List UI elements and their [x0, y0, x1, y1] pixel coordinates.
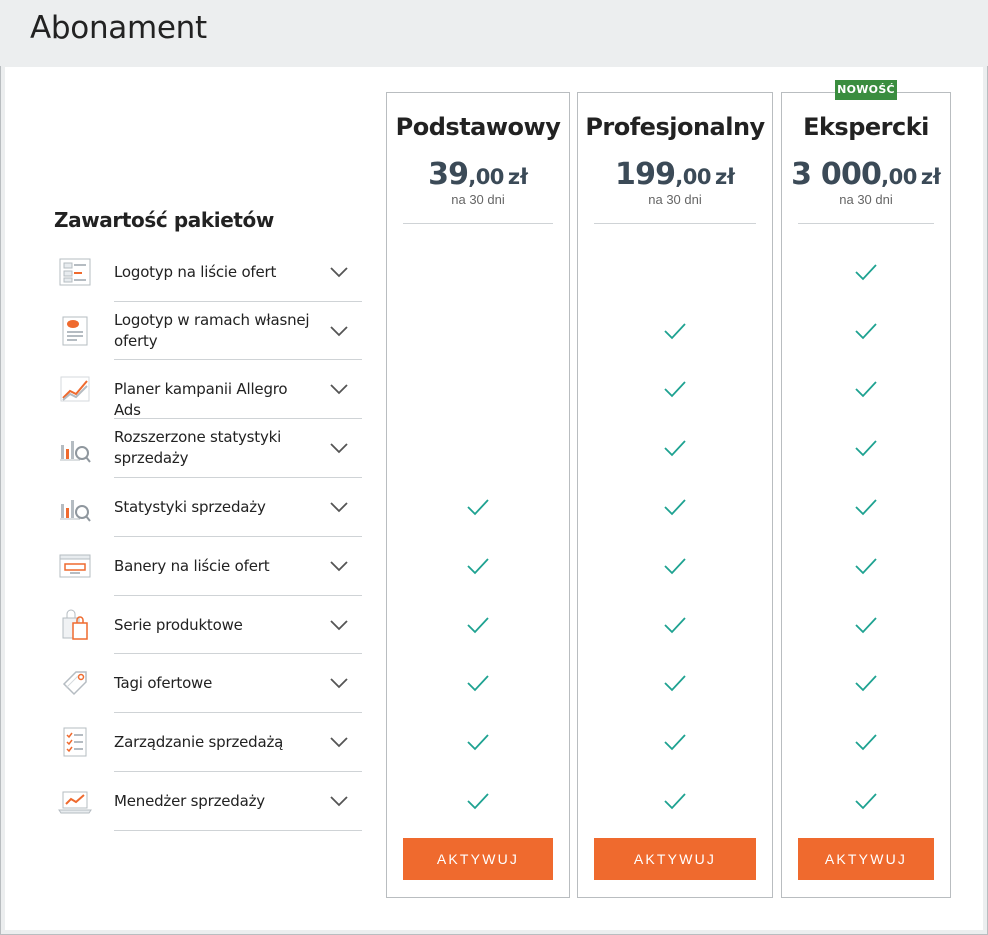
plan-price: 39,00 zł: [387, 157, 569, 192]
feature-row[interactable]: Statystyki sprzedaży: [50, 478, 362, 537]
check-icon: [466, 671, 490, 695]
plan-period: na 30 dni: [451, 192, 505, 207]
check-icon: [854, 730, 878, 754]
feature-label: Banery na liście ofert: [114, 557, 270, 575]
chevron-down-icon[interactable]: [328, 496, 350, 518]
check-icon: [663, 436, 687, 460]
check-icon: [663, 613, 687, 637]
plan-price: 199,00 zł: [578, 157, 772, 192]
tag-icon: [58, 666, 92, 700]
chevron-down-icon[interactable]: [328, 437, 350, 459]
check-icon: [466, 554, 490, 578]
shopping-bags-icon: [58, 608, 92, 642]
check-icon: [466, 730, 490, 754]
check-icon: [466, 613, 490, 637]
check-icon: [854, 495, 878, 519]
plan-period: na 30 dni: [839, 192, 893, 207]
laptop-chart-icon: [58, 784, 92, 818]
feature-label: Statystyki sprzedaży: [114, 498, 266, 516]
feature-label: Planer kampanii Allegro Ads: [114, 380, 288, 419]
page-title: Abonament: [30, 10, 207, 46]
new-badge: NOWOŚĆ: [835, 80, 897, 100]
check-icon: [663, 319, 687, 343]
plan-period: na 30 dni: [648, 192, 702, 207]
feature-label: Zarządzanie sprzedażą: [114, 733, 284, 751]
chevron-down-icon[interactable]: [328, 614, 350, 636]
feature-row[interactable]: Banery na liście ofert: [50, 537, 362, 596]
check-icon: [854, 260, 878, 284]
check-icon: [854, 613, 878, 637]
feature-row[interactable]: Menedżer sprzedaży: [50, 772, 362, 831]
check-icon: [854, 554, 878, 578]
check-icon: [854, 319, 878, 343]
check-icon: [854, 436, 878, 460]
price-currency: zł: [920, 165, 941, 189]
check-icon: [466, 495, 490, 519]
feature-row[interactable]: Planer kampanii Allegro Ads: [50, 360, 362, 419]
check-icon: [663, 495, 687, 519]
feature-row[interactable]: Logotyp w ramach własnej oferty: [50, 302, 362, 360]
check-icon: [663, 377, 687, 401]
check-icon: [663, 730, 687, 754]
feature-row[interactable]: Zarządzanie sprzedażą: [50, 713, 362, 772]
chevron-down-icon[interactable]: [328, 672, 350, 694]
chevron-down-icon[interactable]: [328, 261, 350, 283]
feature-label: Menedżer sprzedaży: [114, 792, 265, 810]
plan-name: Ekspercki: [803, 113, 929, 141]
chevron-down-icon[interactable]: [328, 790, 350, 812]
price-integer: 3 000: [791, 157, 882, 192]
plan-name: Podstawowy: [395, 113, 561, 141]
plan-divider: [403, 223, 553, 224]
feature-row[interactable]: Serie produktowe: [50, 596, 362, 654]
feature-label: Tagi ofertowe: [114, 674, 213, 692]
price-integer: 199: [615, 157, 676, 192]
feature-label: Rozszerzone statystyki sprzedaży: [114, 428, 282, 467]
check-icon: [854, 671, 878, 695]
feature-row[interactable]: Logotyp na liście ofert: [50, 243, 362, 302]
chevron-down-icon[interactable]: [328, 731, 350, 753]
feature-divider: [114, 830, 362, 831]
feature-label: Logotyp na liście ofert: [114, 263, 277, 281]
price-decimal: ,00: [881, 165, 917, 189]
chevron-down-icon[interactable]: [328, 320, 350, 342]
feature-label: Logotyp w ramach własnej oferty: [114, 311, 310, 350]
price-currency: zł: [507, 165, 528, 189]
stats-magnifier-icon: [58, 431, 92, 465]
check-icon: [854, 377, 878, 401]
feature-label: Serie produktowe: [114, 616, 243, 634]
check-icon: [854, 789, 878, 813]
price-integer: 39: [428, 157, 469, 192]
campaign-chart-icon: [58, 372, 92, 406]
chevron-down-icon[interactable]: [328, 378, 350, 400]
feature-row[interactable]: Rozszerzone statystyki sprzedaży: [50, 419, 362, 478]
page-header: Abonament: [0, 0, 988, 66]
plan-name: Profesjonalny: [585, 113, 765, 141]
check-icon: [663, 789, 687, 813]
activate-button-profesjonalny[interactable]: AKTYWUJ: [594, 838, 756, 880]
stats-magnifier-icon: [58, 490, 92, 524]
logo-offer-icon: [58, 314, 92, 348]
banner-icon: [58, 549, 92, 583]
plan-divider: [594, 223, 756, 224]
feature-row[interactable]: Tagi ofertowe: [50, 654, 362, 713]
activate-button-podstawowy[interactable]: AKTYWUJ: [403, 838, 553, 880]
activate-button-ekspercki[interactable]: AKTYWUJ: [798, 838, 934, 880]
check-icon: [663, 554, 687, 578]
price-currency: zł: [714, 165, 735, 189]
section-title: Zawartość pakietów: [54, 208, 274, 232]
checklist-icon: [58, 725, 92, 759]
price-decimal: ,00: [675, 165, 711, 189]
price-decimal: ,00: [468, 165, 504, 189]
plan-price: 3 000,00 zł: [782, 157, 950, 192]
plan-divider: [798, 223, 934, 224]
check-icon: [663, 671, 687, 695]
chevron-down-icon[interactable]: [328, 555, 350, 577]
check-icon: [466, 789, 490, 813]
logo-list-icon: [58, 255, 92, 289]
